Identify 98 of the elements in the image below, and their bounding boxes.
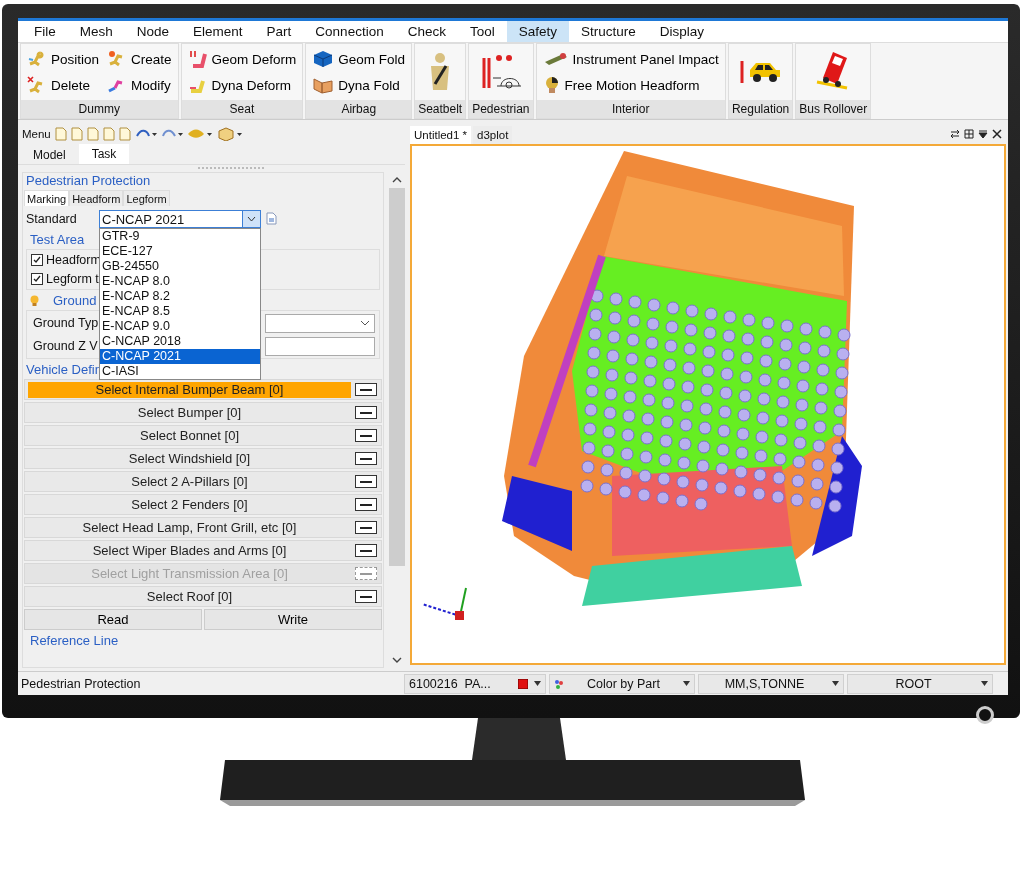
menu-item[interactable]: Display (647, 21, 717, 42)
action-button[interactable]: Read (24, 609, 202, 630)
checkmark-icon (33, 275, 41, 283)
sub-tab[interactable]: Legform (123, 190, 170, 206)
minus-icon (360, 388, 372, 391)
remove-button[interactable] (355, 406, 377, 419)
menu-item[interactable]: File (22, 21, 68, 42)
caret-icon[interactable] (832, 681, 839, 686)
sub-tab[interactable]: Marking (24, 190, 70, 206)
seat-icon (187, 50, 208, 68)
checkbox[interactable] (31, 254, 43, 266)
eye-icon[interactable] (186, 128, 213, 140)
minus-icon (360, 549, 372, 552)
remove-button[interactable] (355, 383, 377, 396)
field-label: Ground Typ (33, 316, 99, 330)
ribbon-group-label: Seat (181, 100, 303, 118)
ribbon-button[interactable]: Geom Deform (187, 50, 297, 68)
folded-sheet-icon (312, 76, 335, 94)
menu-item[interactable]: Mesh (67, 21, 125, 42)
ribbon-group-label: Dummy (21, 100, 178, 118)
caret-icon[interactable] (981, 681, 988, 686)
remove-button[interactable] (355, 452, 377, 465)
ribbon-button[interactable]: Free Motion Headform (542, 76, 719, 94)
remove-button[interactable] (355, 590, 377, 603)
caret-icon[interactable] (683, 681, 690, 686)
ribbon-button[interactable]: Geom Fold (312, 50, 406, 68)
menu-item[interactable]: Safety (506, 21, 569, 42)
checkmark-icon (33, 256, 41, 264)
menu-item[interactable]: Check (395, 21, 458, 42)
power-button[interactable] (976, 706, 994, 724)
ribbon-group-label[interactable]: Seatbelt (415, 100, 466, 118)
menu-item[interactable]: Node (124, 21, 182, 42)
swap-icon[interactable] (950, 129, 960, 139)
minus-icon (360, 572, 372, 575)
chevron-down-icon (360, 320, 370, 326)
checkbox[interactable] (31, 273, 43, 285)
light-bulb-icon (30, 294, 39, 307)
input-field[interactable] (265, 336, 375, 356)
section-title: Pedestrian Protection (25, 173, 151, 188)
standard-dropdown[interactable]: C-NCAP 2021 (99, 210, 261, 228)
minus-icon (360, 503, 372, 506)
dropdown-option[interactable]: C-NCAP 2021 (100, 349, 260, 364)
menu-item[interactable]: Part (254, 21, 304, 42)
sub-tab[interactable]: Headform (69, 190, 124, 206)
close-icon[interactable] (992, 129, 1002, 139)
checkbox-label: Headform (46, 253, 101, 267)
remove-button[interactable] (355, 475, 377, 488)
ribbon-group-label: Interior (536, 100, 725, 118)
section-title: Ground (53, 293, 97, 308)
ribbon-button[interactable]: Position (27, 50, 100, 68)
ribbon-button[interactable]: Instrument Panel Impact (542, 51, 719, 67)
ribbon-button[interactable]: Dyna Fold (312, 76, 406, 94)
color-dots-icon (554, 678, 564, 689)
ribbon-button[interactable]: Create (107, 50, 172, 68)
menu-item[interactable]: Connection (303, 21, 396, 42)
cube-icon[interactable] (216, 127, 243, 141)
ribbon-button[interactable]: Delete (27, 76, 100, 94)
ribbon-group-label: Airbag (306, 100, 412, 118)
chevron-up-icon[interactable] (392, 176, 402, 184)
ribbon-button[interactable]: Modify (107, 76, 172, 94)
remove-button[interactable] (355, 429, 377, 442)
status-message: Pedestrian Protection (20, 676, 142, 691)
document-tab[interactable]: d3plot (473, 126, 513, 144)
ribbon-group-label[interactable]: Bus Rollover (796, 100, 871, 118)
caret-icon[interactable] (534, 681, 541, 686)
remove-button[interactable] (355, 521, 377, 534)
section-title: Test Area (29, 232, 85, 247)
chevron-down-icon[interactable] (392, 656, 402, 664)
color-swatch-icon (518, 678, 528, 689)
select-button[interactable]: Select Internal Bumper Beam [0] (28, 381, 351, 398)
cube-icon (312, 50, 335, 68)
ribbon-group-label[interactable]: Pedestrian (469, 100, 533, 118)
panel-tab[interactable]: Task (78, 144, 130, 164)
checkbox-label: Legform t (46, 272, 99, 286)
remove-button[interactable] (355, 498, 377, 511)
ribbon-group-label[interactable]: Regulation (728, 100, 793, 118)
minus-icon (360, 480, 372, 483)
field-label: Ground Z V (33, 339, 98, 353)
minus-icon (360, 457, 372, 460)
ribbon-button[interactable]: Dyna Deform (187, 76, 297, 94)
chevron-down-icon (247, 216, 256, 222)
menu-item[interactable]: Element (181, 21, 255, 42)
document-tab[interactable]: Untitled1 * (410, 126, 472, 144)
section-title: Reference Line (29, 633, 119, 648)
grid-icon[interactable] (964, 129, 974, 139)
minus-icon (360, 411, 372, 414)
menu-button[interactable]: Menu (22, 128, 51, 140)
minus-icon (360, 434, 372, 437)
field-label: Standard (26, 211, 77, 226)
caret-icon[interactable] (978, 129, 988, 139)
remove-button[interactable] (355, 544, 377, 557)
minus-icon (360, 526, 372, 529)
minus-icon (360, 595, 372, 598)
axis-triad-icon (421, 587, 467, 620)
menu-item[interactable]: Tool (457, 21, 507, 42)
part-label: 6100216 PA... (409, 676, 492, 691)
action-button[interactable]: Write (204, 609, 382, 630)
menu-item[interactable]: Structure (569, 21, 648, 42)
